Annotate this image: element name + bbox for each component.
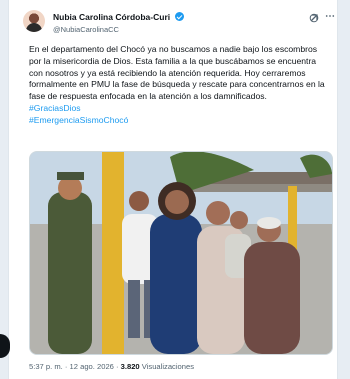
- author-name-row[interactable]: Nubia Carolina Córdoba-Curi: [53, 12, 184, 22]
- hashtag-emergencia-sismo[interactable]: #EmergenciaSismoChocó: [29, 115, 329, 127]
- post-body: En el departamento del Chocó ya no busca…: [29, 44, 325, 102]
- views-count: 3.820: [120, 362, 140, 371]
- hashtag-gracias-dios[interactable]: #GraciasDios: [29, 103, 329, 115]
- views-label: Visualizaciones: [141, 362, 195, 371]
- post-photo[interactable]: [29, 151, 333, 355]
- post-meta: 5:37 p. m. · 12 ago. 2026 · 3.820 Visual…: [29, 362, 194, 371]
- author-avatar[interactable]: [23, 10, 45, 32]
- author-name[interactable]: Nubia Carolina Córdoba-Curi: [53, 12, 170, 22]
- post-text: En el departamento del Chocó ya no busca…: [29, 44, 329, 127]
- post-date[interactable]: 12 ago. 2026: [70, 362, 114, 371]
- verified-badge-icon: [174, 12, 184, 21]
- more-icon[interactable]: ⋯: [323, 10, 337, 24]
- grok-icon[interactable]: [309, 13, 319, 23]
- post-time[interactable]: 5:37 p. m.: [29, 362, 63, 371]
- photo-illustration: [30, 152, 332, 354]
- author-handle[interactable]: @NubiaCarolinaCC: [53, 25, 119, 34]
- post-card: Nubia Carolina Córdoba-Curi @NubiaCaroli…: [8, 0, 338, 379]
